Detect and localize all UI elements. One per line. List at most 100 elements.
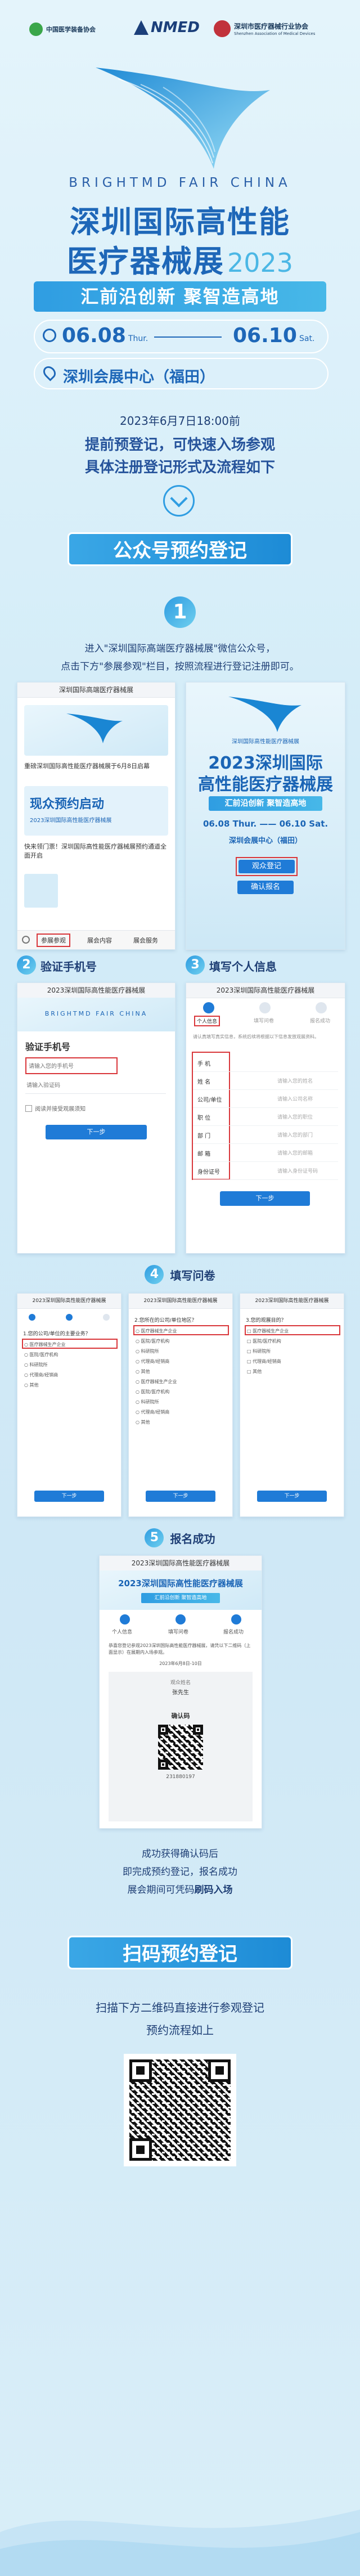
survey-option[interactable]: ○ 代理商/经销商 — [136, 1357, 226, 1367]
step4-survey-screenshot-3: 2023深圳国际高性能医疗器械展 3.您的观展目的？ □ 医疗器械生产企业 □ … — [240, 1293, 344, 1517]
survey-option[interactable]: ○ 代理商/经销商 — [24, 1370, 114, 1380]
survey-option[interactable]: ○ 科研院所 — [136, 1397, 226, 1407]
survey-option[interactable]: ○ 代理商/经销商 — [136, 1407, 226, 1417]
phone-input[interactable] — [28, 1060, 114, 1073]
field-value[interactable]: 请输入您的职位 — [277, 1113, 313, 1120]
step2-next-button[interactable]: 下一步 — [46, 1125, 147, 1139]
intro-deadline: 2023年6月7日18:00前 — [120, 414, 240, 428]
survey-option[interactable]: ○ 医疗器械生产企业 — [136, 1326, 226, 1336]
field-value[interactable]: 请输入您的邮箱 — [277, 1149, 313, 1156]
field-value[interactable]: 请输入您的姓名 — [277, 1077, 313, 1084]
logo-nmed-text: NMED — [151, 19, 200, 36]
step2-code-row — [25, 1079, 166, 1094]
field-value[interactable]: 请输入身份证号码 — [277, 1167, 318, 1174]
menu-item-content[interactable]: 展会内容 — [87, 936, 112, 945]
survey-option[interactable]: ○ 其他 — [24, 1380, 114, 1390]
registration-qr-code[interactable] — [124, 2054, 236, 2166]
hero-title-line1: 深圳国际高性能 — [70, 204, 290, 240]
step1-registration-landing-screenshot: 深圳国际高性能医疗器械展 2023深圳国际 高性能医疗器械展 汇前沿创新 聚智造… — [186, 682, 345, 950]
code-input[interactable] — [25, 1079, 112, 1093]
step5-label: 报名成功 — [170, 1532, 215, 1546]
step3-tab-survey[interactable]: 填写问卷 — [254, 1017, 274, 1024]
landing-register-button[interactable]: 观众登记 — [238, 860, 295, 873]
step3-personal-info-screenshot: 2023深圳国际高性能医疗器械展 个人信息 填写问卷 报名成功 请认真填写真实信… — [186, 982, 345, 1254]
step3-number: 3 — [186, 955, 205, 975]
survey-option[interactable]: ○ 其他 — [136, 1367, 226, 1377]
logo-camdi: 中国医学装备协会 — [29, 21, 114, 38]
step5-name: 张先生 — [172, 1690, 189, 1696]
step2-header: 2023深圳国际高性能医疗器械展 — [17, 983, 175, 998]
section-wechat-title: 公众号预约登记 — [68, 532, 292, 566]
step5-ticket-card: 观众姓名 张先生 确认码 231880197 — [109, 1672, 253, 1821]
survey-option[interactable]: □ 医疗器械生产企业 — [247, 1326, 337, 1336]
progress-dot-1 — [203, 1002, 214, 1013]
form-row: 公司/单位 请输入公司名称 — [193, 1090, 338, 1108]
survey-option[interactable]: ○ 医疗器械生产企业 — [24, 1340, 114, 1350]
hero-date-start: 06.08 — [62, 324, 126, 347]
hero-swirl-logo — [96, 68, 270, 169]
step1-article2-title[interactable]: 快来领门票！深圳国际高性能医疗器械展预约通道全面开启 — [24, 842, 168, 860]
survey-option[interactable]: □ 科研院所 — [247, 1347, 337, 1357]
survey-option[interactable]: ○ 医院/医疗机构 — [136, 1336, 226, 1347]
step3-progress: 个人信息 填写问卷 报名成功 — [186, 1000, 345, 1028]
step4-survey-screenshot-2: 2023深圳国际高性能医疗器械展 2.您所在的公司/单位地区？ ○ 医疗器械生产… — [128, 1293, 233, 1517]
landing-confirm-button[interactable]: 确认报名 — [237, 881, 294, 894]
step4-next-button-1[interactable]: 下一步 — [34, 1491, 104, 1502]
step3-tab-personal[interactable]: 个人信息 — [194, 1016, 220, 1026]
survey-option[interactable]: ○ 医院/医疗机构 — [136, 1387, 226, 1397]
step1-article-banner[interactable] — [24, 705, 168, 756]
field-value[interactable]: 请输入公司名称 — [277, 1095, 313, 1102]
menu-item-service[interactable]: 展会服务 — [133, 936, 158, 945]
progress-dot-3 — [316, 1002, 327, 1013]
survey-option[interactable]: ○ 其他 — [136, 1417, 226, 1428]
step5-title-wrap: 5 报名成功 — [0, 1528, 360, 1547]
step3-next-button[interactable]: 下一步 — [220, 1191, 310, 1206]
arrow-down-circle-icon — [163, 485, 195, 517]
step2-phone-highlight — [25, 1057, 118, 1074]
step1-card[interactable]: 现众预约启动 2023深圳国际高性能医疗器械展 — [24, 786, 168, 836]
hero-date-end-day: Sat. — [299, 334, 315, 343]
keyboard-icon[interactable] — [22, 936, 30, 944]
step2-verify-phone-screenshot: 2023深圳国际高性能医疗器械展 BRIGHTMD FAIR CHINA 验证手… — [17, 982, 176, 1254]
step4-next-button-3[interactable]: 下一步 — [257, 1491, 327, 1502]
step5-banner-title: 2023深圳国际高性能医疗器械展 — [118, 1578, 243, 1588]
survey-option[interactable]: □ 其他 — [247, 1367, 337, 1377]
step5-message: 恭喜您登记参观2023深圳国际高性能医疗器械展，请凭以下二维码（上面显示）在展期… — [109, 1643, 251, 1655]
progress-dot-2 — [259, 1002, 271, 1013]
section-scan-title: 扫码预约登记 — [68, 1936, 292, 1969]
progress-dot — [231, 1614, 241, 1624]
hero-en-title: BRIGHTMD FAIR CHINA — [69, 176, 291, 190]
field-value[interactable]: 请输入您的部门 — [277, 1131, 313, 1138]
agree-checkbox[interactable] — [25, 1105, 32, 1112]
survey-question-2: 2.您所在的公司/单位地区？ — [134, 1318, 197, 1323]
form-row: 手 机 — [193, 1054, 338, 1072]
date-dash — [154, 336, 222, 338]
survey-option[interactable]: ○ 科研院所 — [136, 1347, 226, 1357]
progress-dot — [103, 1314, 110, 1321]
survey-option[interactable]: ○ 科研院所 — [24, 1360, 114, 1370]
step4-survey-screenshot-1: 2023深圳国际高性能医疗器械展 1.您的公司/单位的主要业务？ ○ 医疗器械生… — [17, 1293, 122, 1517]
progress-dot — [29, 1314, 35, 1321]
step1-article1-title[interactable]: 重磅深圳国际高性能医疗器械展于6月8日启幕 — [24, 761, 168, 770]
landing-title2: 高性能医疗器械展 — [198, 775, 333, 795]
survey-option[interactable]: ○ 医疗器械生产企业 — [136, 1377, 226, 1387]
survey-option[interactable]: □ 医院/医疗机构 — [247, 1336, 337, 1347]
step2-label: 验证手机号 — [40, 960, 97, 973]
menu-item-exhibit[interactable]: 参展参观 — [37, 934, 70, 947]
survey-question-1: 1.您的公司/单位的主要业务？ — [23, 1331, 91, 1337]
nmed-emblem-icon — [134, 20, 148, 35]
step4-progress-1 — [23, 1314, 115, 1322]
survey-option[interactable]: □ 代理商/经销商 — [247, 1357, 337, 1367]
survey-options-2: ○ 医疗器械生产企业 ○ 医院/医疗机构 ○ 科研院所 ○ 代理商/经销商 ○ … — [136, 1326, 226, 1428]
step3-tab-success[interactable]: 报名成功 — [310, 1017, 330, 1024]
field-label: 部 门 — [197, 1133, 211, 1139]
camdi-emblem-icon — [29, 23, 43, 36]
hero-title-line2: 医疗器械展 — [66, 244, 224, 279]
clock-icon — [43, 329, 56, 342]
logo-szamd-cn: 深圳市医疗器械行业协会 — [234, 23, 309, 30]
survey-option[interactable]: ○ 医院/医疗机构 — [24, 1350, 114, 1360]
logo-szamd: 深圳市医疗器械行业协会 Shenzhen Association of Medi… — [214, 20, 338, 39]
step4-next-button-2[interactable]: 下一步 — [146, 1491, 215, 1502]
intro-line2: 具体注册登记形式及流程如下 — [84, 459, 275, 476]
step5-tab-1: 个人信息 — [112, 1630, 133, 1635]
